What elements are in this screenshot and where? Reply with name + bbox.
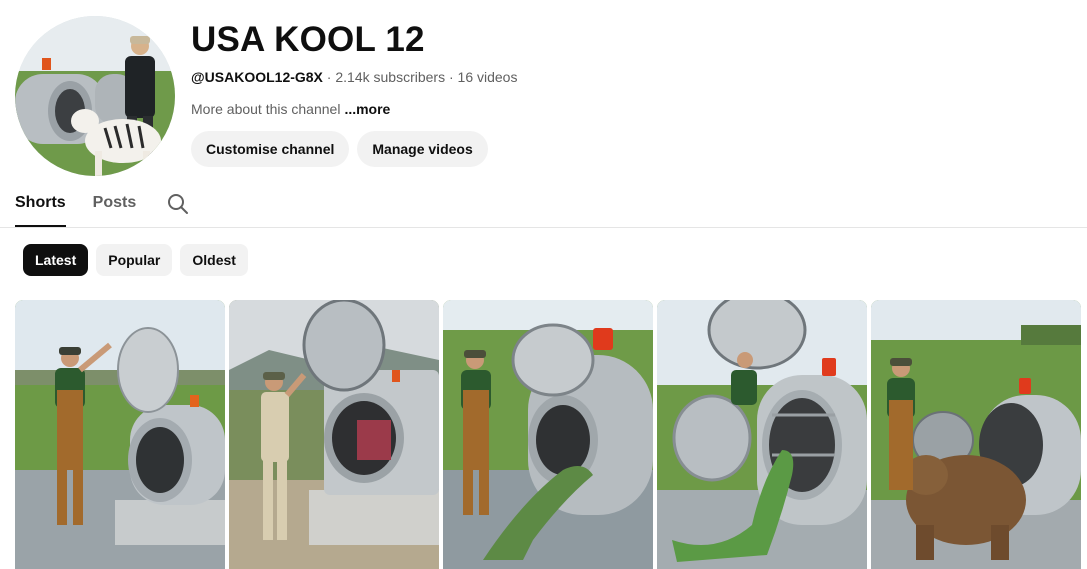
tab-posts[interactable]: Posts — [93, 186, 137, 227]
channel-tabs: Shorts Posts — [15, 186, 190, 227]
thumbnail-image — [15, 300, 225, 569]
chip-oldest[interactable]: Oldest — [180, 244, 248, 276]
tabs-divider — [0, 227, 1087, 228]
short-thumbnail[interactable] — [15, 300, 225, 569]
short-thumbnail[interactable] — [657, 300, 867, 569]
thumbnail-image — [443, 300, 653, 569]
more-link[interactable]: ...more — [344, 101, 390, 117]
short-thumbnail[interactable] — [443, 300, 653, 569]
channel-avatar[interactable] — [15, 16, 175, 176]
about-text: More about this channel — [191, 101, 341, 117]
video-count: 16 videos — [457, 69, 518, 85]
channel-handle: @USAKOOL12-G8X — [191, 69, 323, 85]
filter-chips: Latest Popular Oldest — [23, 244, 248, 276]
channel-about[interactable]: More about this channel ...more — [191, 99, 517, 119]
thumbnail-image — [657, 300, 867, 569]
channel-info: USA KOOL 12 @USAKOOL12-G8X · 2.14k subsc… — [191, 18, 517, 167]
customise-channel-button[interactable]: Customise channel — [191, 131, 350, 167]
chip-latest[interactable]: Latest — [23, 244, 89, 276]
channel-name: USA KOOL 12 — [191, 20, 425, 59]
short-thumbnail[interactable] — [229, 300, 439, 569]
meta-separator: · — [448, 69, 454, 85]
tab-shorts[interactable]: Shorts — [15, 186, 66, 227]
subscriber-count: 2.14k subscribers — [335, 69, 446, 85]
manage-videos-button[interactable]: Manage videos — [357, 131, 488, 167]
thumbnail-image — [871, 300, 1081, 569]
short-thumbnail[interactable] — [871, 300, 1081, 569]
shorts-grid — [15, 300, 1081, 569]
channel-actions: Customise channel Manage videos — [191, 131, 517, 167]
avatar-image — [15, 16, 175, 176]
search-icon[interactable] — [166, 192, 190, 216]
channel-meta: @USAKOOL12-G8X · 2.14k subscribers · 16 … — [191, 67, 517, 87]
thumbnail-image — [229, 300, 439, 569]
meta-separator: · — [326, 69, 332, 85]
chip-popular[interactable]: Popular — [96, 244, 173, 276]
